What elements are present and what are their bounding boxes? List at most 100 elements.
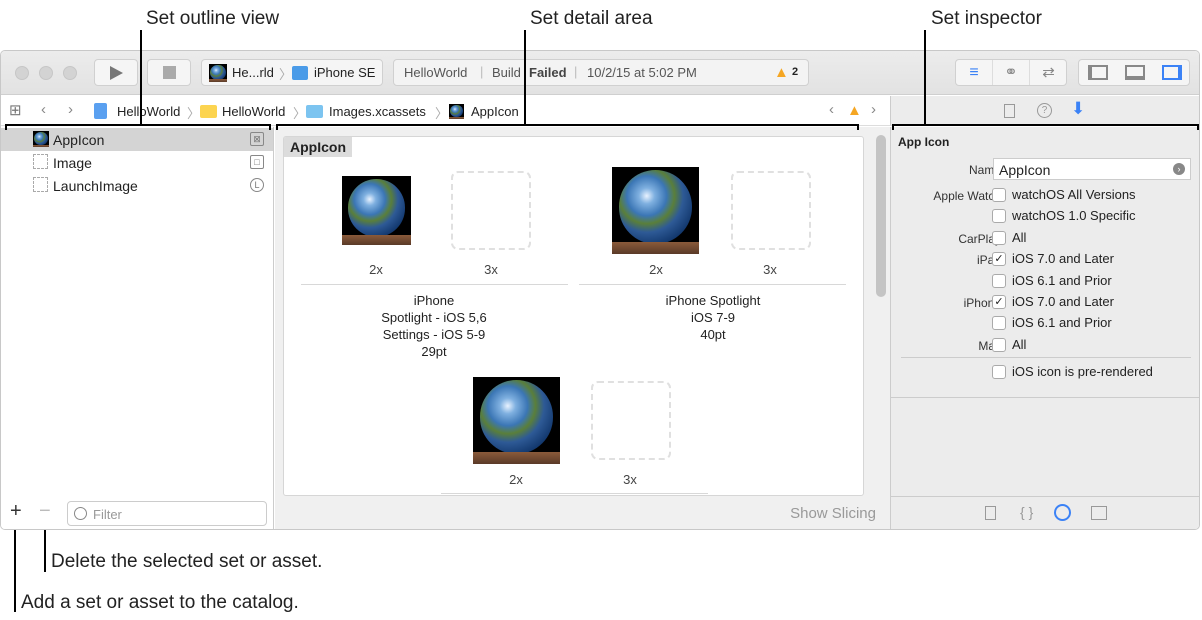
name-field[interactable]: AppIcon ›	[993, 158, 1191, 180]
show-slicing-button[interactable]: Show Slicing	[790, 505, 876, 522]
platform-option-label: All	[1012, 229, 1027, 245]
breadcrumb-project[interactable]: HelloWorld	[117, 104, 180, 119]
navigator-toggle-icon[interactable]	[1088, 65, 1108, 80]
outline-item-label: AppIcon	[53, 132, 105, 148]
help-icon[interactable]: ?	[1037, 103, 1052, 118]
play-icon	[110, 66, 123, 80]
callout-line	[140, 30, 142, 126]
platform-option-label: watchOS All Versions	[1012, 187, 1136, 202]
name-value: AppIcon	[999, 162, 1051, 178]
divider	[891, 496, 1199, 497]
desc-line: Settings - iOS 5-9	[382, 327, 486, 342]
code-snippet-icon[interactable]: { }	[1020, 504, 1033, 520]
platform-option-label: iOS 6.1 and Prior	[1012, 315, 1112, 331]
platform-option-label: All	[1012, 336, 1027, 352]
icon-slot-2x[interactable]	[342, 176, 411, 245]
platform-checkbox[interactable]	[992, 273, 1006, 288]
callout-inspector: Set inspector	[931, 8, 1042, 29]
related-items-icon[interactable]: ⊞	[9, 101, 22, 119]
forward-icon[interactable]: ›	[68, 101, 73, 118]
platform-checkbox[interactable]	[992, 230, 1006, 245]
scheme-selector[interactable]: He...rld 〉 iPhone SE	[201, 59, 383, 86]
platform-checkbox[interactable]: ✓	[992, 252, 1006, 267]
panel-toggle-group	[1078, 59, 1190, 86]
inspector-section-title: App Icon	[898, 135, 950, 149]
warning-icon[interactable]: ▲	[847, 102, 862, 119]
platform-checkbox[interactable]	[992, 188, 1006, 202]
icon-slot-3x-empty[interactable]	[591, 381, 671, 460]
callout-line	[924, 30, 926, 126]
previous-issue-icon[interactable]: ‹	[829, 101, 834, 118]
breadcrumb-catalog[interactable]: Images.xcassets	[329, 104, 426, 119]
callout-line	[524, 30, 526, 126]
platform-checkbox[interactable]	[992, 337, 1006, 352]
prerendered-checkbox[interactable]	[992, 365, 1006, 379]
desc-line: Spotlight - iOS 5,6	[381, 310, 487, 325]
desc-line: 40pt	[700, 327, 726, 342]
file-template-icon[interactable]	[985, 506, 996, 520]
platform-checkbox[interactable]	[992, 316, 1006, 331]
bracket-inspector	[892, 124, 1199, 130]
attributes-inspector-icon[interactable]: ⬇	[1071, 99, 1085, 119]
callout-detail-area: Set detail area	[530, 8, 653, 29]
add-button[interactable]: +	[10, 500, 22, 523]
outline-item[interactable]: AppIcon ⊠	[1, 128, 273, 151]
divider	[579, 284, 846, 285]
device-icon	[292, 66, 308, 80]
platform-checkbox[interactable]: ✓	[992, 295, 1006, 309]
arrow-circle-icon[interactable]: ›	[1173, 163, 1185, 175]
stop-button[interactable]	[147, 59, 191, 86]
version-editor-icon[interactable]: ⇄	[1030, 60, 1067, 85]
run-button[interactable]	[94, 59, 138, 86]
scale-label: 3x	[623, 472, 637, 487]
desc-line: iPhone Spotlight	[665, 293, 761, 308]
assistant-editor-icon[interactable]: ⚭	[993, 60, 1030, 85]
standard-editor-icon[interactable]: ≡	[956, 60, 993, 85]
chevron-right-icon: 〉	[435, 106, 449, 121]
scheme-name: He...rld	[232, 65, 274, 80]
outline-item-label: LaunchImage	[53, 178, 138, 194]
placeholder-thumb-icon	[33, 154, 48, 169]
outline-item[interactable]: LaunchImage L	[1, 174, 273, 197]
inspector: App Icon Name AppIcon › Apple Watch watc…	[890, 127, 1199, 529]
device-name: iPhone SE	[314, 65, 376, 80]
stop-icon	[163, 66, 176, 79]
callout-line	[14, 530, 16, 612]
chevron-right-icon: 〉	[279, 67, 293, 82]
breadcrumb-set[interactable]: AppIcon	[471, 104, 519, 119]
object-library-icon[interactable]	[1054, 504, 1071, 521]
callout-delete: Delete the selected set or asset.	[51, 551, 323, 572]
warning-icon[interactable]: ▲	[774, 64, 789, 81]
vertical-scrollbar[interactable]	[876, 135, 886, 297]
outline-item[interactable]: Image □	[1, 151, 273, 174]
next-issue-icon[interactable]: ›	[871, 101, 876, 118]
platform-option-label: iOS 7.0 and Later	[1012, 294, 1114, 309]
minimize-window-button[interactable]	[39, 66, 53, 80]
close-window-button[interactable]	[15, 66, 29, 80]
file-inspector-icon[interactable]	[1004, 104, 1015, 118]
folder-icon	[200, 105, 217, 118]
scale-label: 2x	[649, 262, 663, 277]
icon-slot-2x[interactable]	[612, 167, 699, 254]
filter-input[interactable]: Filter	[67, 501, 267, 526]
platform-option-label: iOS 6.1 and Prior	[1012, 272, 1112, 288]
breadcrumb-group[interactable]: HelloWorld	[222, 104, 285, 119]
remove-button[interactable]: −	[39, 500, 51, 523]
filter-placeholder: Filter	[93, 507, 122, 522]
warning-count[interactable]: 2	[792, 66, 798, 78]
callout-outline-view: Set outline view	[146, 8, 280, 29]
icon-slot-3x-empty[interactable]	[731, 171, 811, 250]
debug-area-toggle-icon[interactable]	[1125, 65, 1145, 80]
media-library-icon[interactable]	[1091, 506, 1107, 520]
platform-option-label: watchOS 1.0 Specific	[1012, 208, 1136, 224]
utilities-toggle-icon[interactable]	[1162, 65, 1182, 80]
platform-checkbox[interactable]	[992, 209, 1006, 224]
scale-label: 3x	[763, 262, 777, 277]
back-icon[interactable]: ‹	[41, 101, 46, 118]
zoom-window-button[interactable]	[63, 66, 77, 80]
icon-slot-3x-empty[interactable]	[451, 171, 531, 250]
icon-slot-2x[interactable]	[473, 377, 560, 464]
toolbar: He...rld 〉 iPhone SE HelloWorld | Build …	[1, 51, 1199, 95]
prerendered-label: iOS icon is pre-rendered	[1012, 364, 1153, 379]
scale-label: 3x	[484, 262, 498, 277]
